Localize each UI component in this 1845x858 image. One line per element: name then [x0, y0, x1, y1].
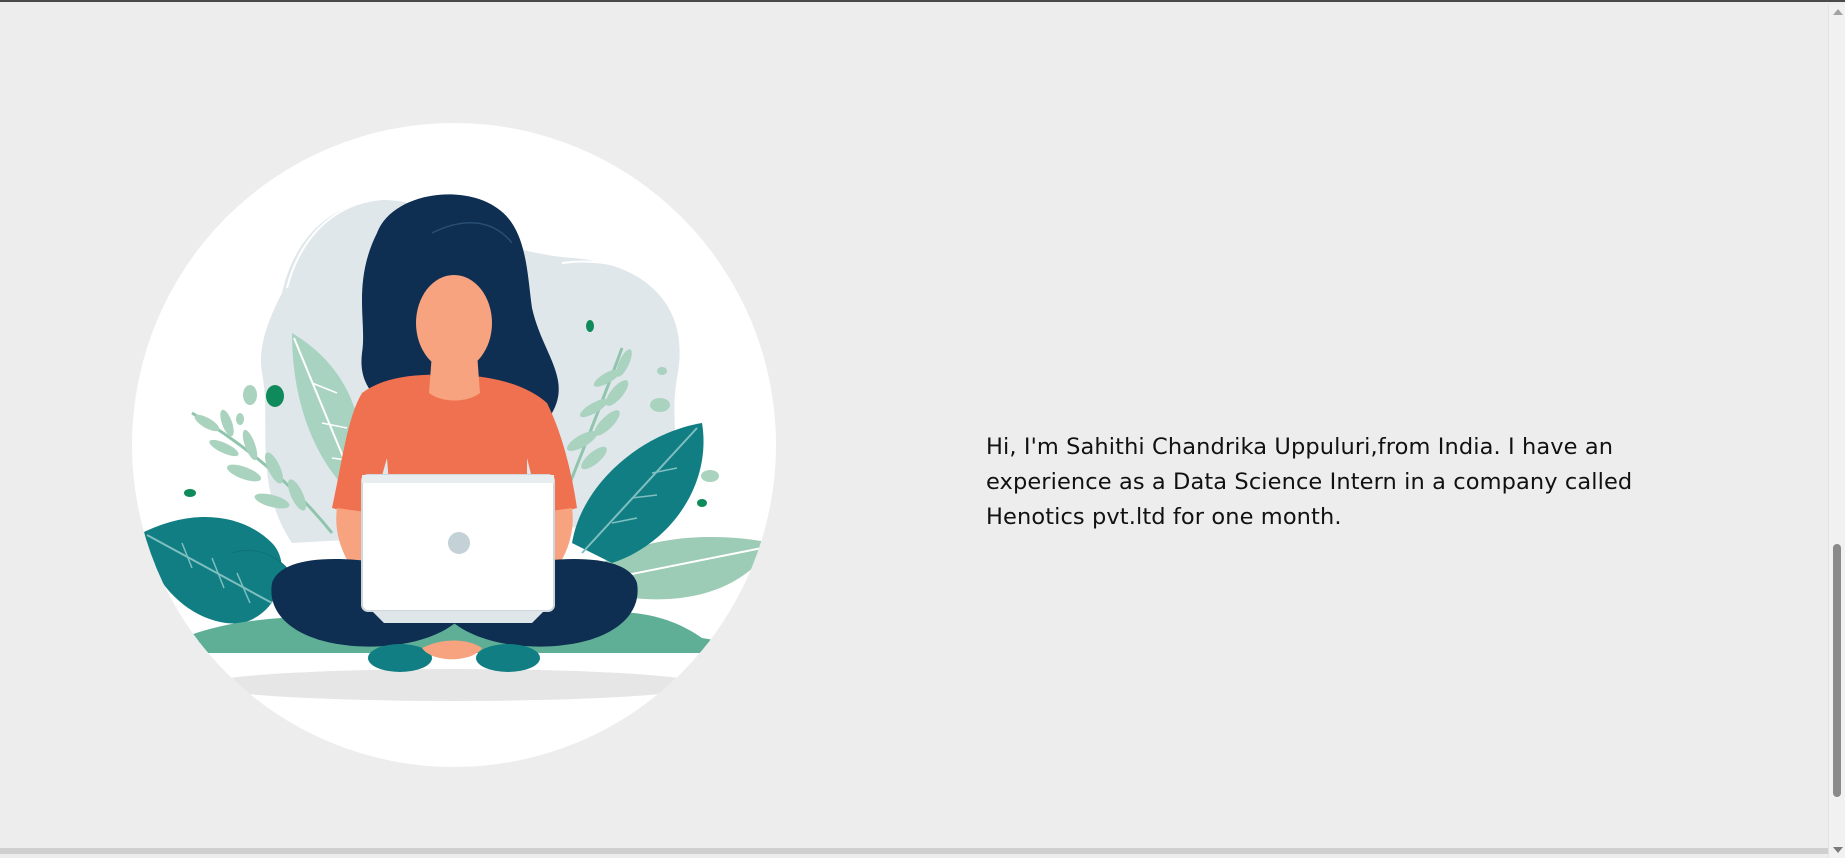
bottom-edge [0, 848, 1828, 854]
woman-with-laptop-illustration [132, 123, 776, 767]
about-section: Hi, I'm Sahithi Chandrika Uppuluri,from … [0, 2, 1828, 854]
scroll-down-icon[interactable] [1833, 847, 1843, 853]
about-bio-text: Hi, I'm Sahithi Chandrika Uppuluri,from … [986, 430, 1706, 535]
browser-viewport: Hi, I'm Sahithi Chandrika Uppuluri,from … [0, 0, 1845, 858]
scroll-thumb[interactable] [1833, 544, 1841, 797]
scroll-up-icon[interactable] [1833, 9, 1843, 15]
bio-line: Hi, I'm Sahithi Chandrika Uppuluri,from … [986, 434, 1614, 460]
bio-line: Henotics pvt.ltd for one month. [986, 504, 1342, 530]
bio-line: experience as a Data Science Intern in a… [986, 469, 1633, 495]
vertical-scrollbar[interactable] [1828, 4, 1845, 858]
